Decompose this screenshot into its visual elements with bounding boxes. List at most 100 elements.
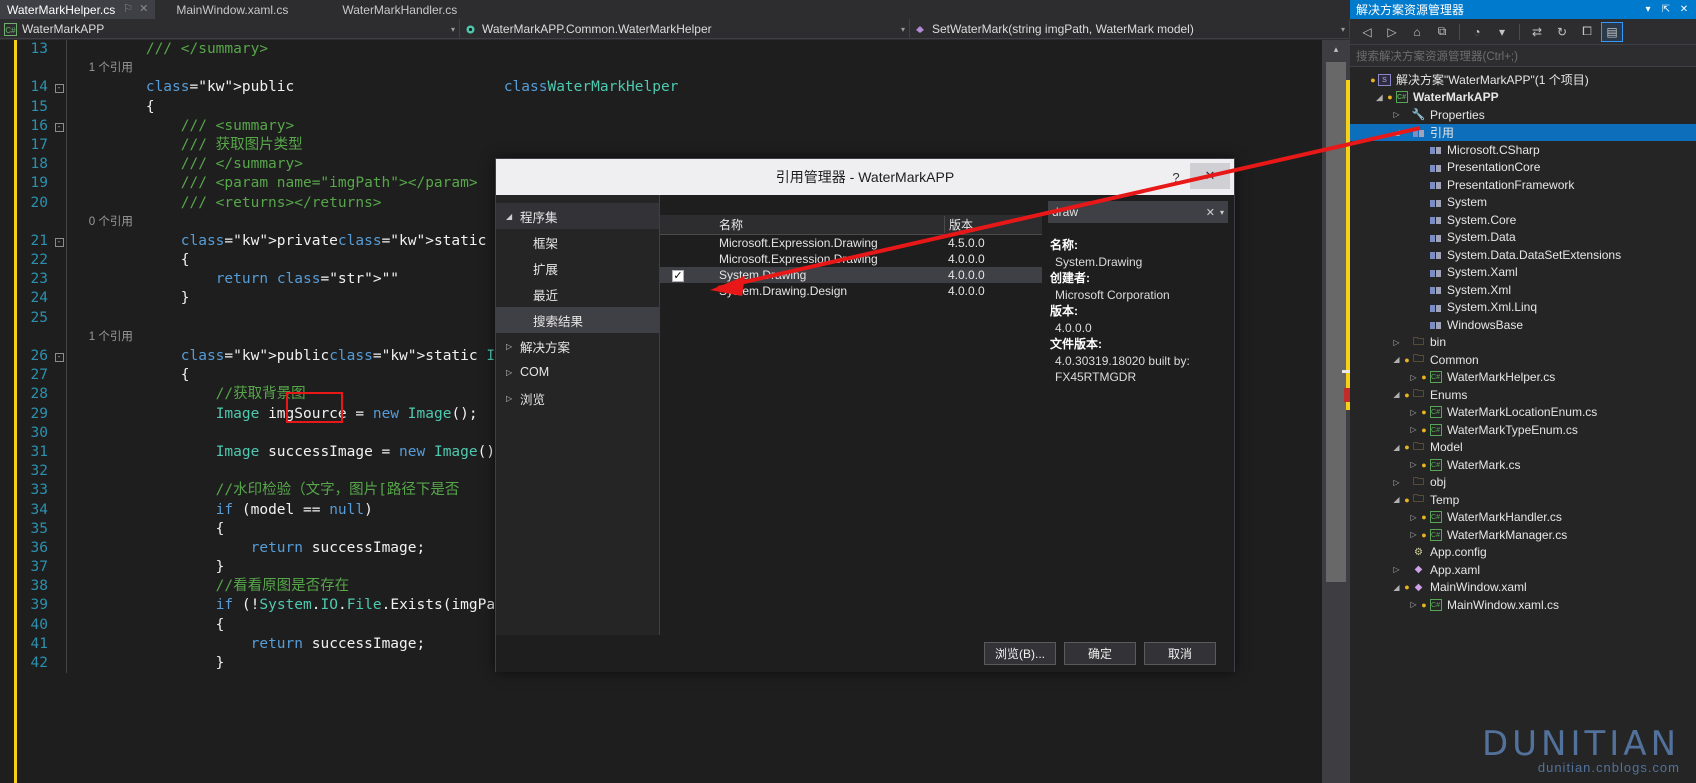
codelens-reference-row[interactable]: 1 个引用 <box>0 59 678 79</box>
navbar-member-dropdown[interactable]: SetWaterMark(string imgPath, WaterMark m… <box>910 19 1350 39</box>
solution-tree-item[interactable]: System.Xaml <box>1350 264 1696 282</box>
chevron-right-icon[interactable]: ▷ <box>506 394 520 403</box>
dialog-category-list[interactable]: ◢ 程序集 框架 扩展 最近 搜索结果 ▷ 解决方案 ▷ COM ▷ 浏览 <box>496 195 659 635</box>
back-icon[interactable]: ◁ <box>1356 22 1378 42</box>
solution-tree-item[interactable]: ◢ ● ◆ MainWindow.xaml <box>1350 579 1696 597</box>
solution-tree-item[interactable]: System.Xml <box>1350 281 1696 299</box>
panel-window-controls[interactable]: ▾ ⇱ ✕ <box>1640 2 1696 17</box>
solution-tree-item[interactable]: ● S 解决方案"WaterMarkAPP"(1 个项目) <box>1350 71 1696 89</box>
chevron-right-icon[interactable]: ▷ <box>1407 408 1420 417</box>
assembly-list-panel[interactable]: 名称 版本 Microsoft.Expression.Drawing 4.5.0.… <box>659 195 1042 635</box>
chevron-right-icon[interactable]: ▷ <box>1407 373 1420 382</box>
fold-toggle-icon[interactable]: - <box>52 78 66 97</box>
solution-tree[interactable]: ● S 解决方案"WaterMarkAPP"(1 个项目) ◢ ● C# WaterMark… <box>1350 67 1696 614</box>
search-dropdown-icon[interactable]: ▾ <box>1220 208 1224 217</box>
solution-tree-item[interactable]: ▷ ● C# WaterMarkTypeEnum.cs <box>1350 421 1696 439</box>
close-icon[interactable]: ✕ <box>139 4 148 15</box>
solution-tree-item[interactable]: ◢ ● 🗀 Enums <box>1350 386 1696 404</box>
assembly-rows[interactable]: Microsoft.Expression.Drawing 4.5.0.0 Micro… <box>660 235 1042 299</box>
solution-tree-item[interactable]: ◢ ● 🗀 Model <box>1350 439 1696 457</box>
scrollbar-thumb[interactable] <box>1326 62 1346 582</box>
dialog-category-item[interactable]: 最近 <box>496 281 659 307</box>
editor-tab[interactable]: WaterMarkHelper.cs ⚐ ✕ <box>0 0 156 19</box>
solution-explorer-search-input[interactable]: 搜索解决方案资源管理器(Ctrl+;) <box>1350 45 1696 67</box>
collapse-all-icon[interactable]: ↻ <box>1551 22 1573 42</box>
chevron-right-icon[interactable]: ▷ <box>506 368 520 377</box>
chevron-right-icon[interactable]: ▷ <box>1407 530 1420 539</box>
dialog-category-item[interactable]: ▷ 浏览 <box>496 385 659 411</box>
dialog-category-item[interactable]: 搜索结果 <box>496 307 659 333</box>
show-all-files-dropdown-icon[interactable]: ▾ <box>1491 22 1513 42</box>
solution-tree-item[interactable]: ▷ ● C# WaterMarkHelper.cs <box>1350 369 1696 387</box>
solution-tree-item[interactable]: System.Data.DataSetExtensions <box>1350 246 1696 264</box>
chevron-down-icon[interactable]: ▾ <box>889 25 905 34</box>
chevron-right-icon[interactable]: ▷ <box>1407 425 1420 434</box>
solution-tree-item[interactable]: Microsoft.CSharp <box>1350 141 1696 159</box>
assembly-row[interactable]: ✓ System.Drawing 4.0.0.0 <box>660 267 1042 283</box>
close-icon[interactable]: ✕ <box>1190 163 1230 189</box>
solution-tree-item[interactable]: ◢ 引用 <box>1350 123 1696 141</box>
chevron-right-icon[interactable]: ▷ <box>1390 110 1403 119</box>
close-panel-icon[interactable]: ✕ <box>1676 2 1692 17</box>
navbar-type-dropdown[interactable]: WaterMarkAPP.Common.WaterMarkHelper ▾ <box>460 19 910 39</box>
chevron-down-icon[interactable]: ◢ <box>1390 128 1403 137</box>
solution-tree-item[interactable]: ▷ ● C# WaterMarkManager.cs <box>1350 526 1696 544</box>
solution-tree-item[interactable]: ▷ 🗀 obj <box>1350 474 1696 492</box>
name-column-header[interactable]: 名称 <box>715 216 944 233</box>
code-line[interactable]: 15 { <box>0 97 678 117</box>
dialog-category-item[interactable]: 扩展 <box>496 255 659 281</box>
chevron-right-icon[interactable]: ▷ <box>1407 600 1420 609</box>
solution-tree-item[interactable]: ⚙ App.config <box>1350 544 1696 562</box>
editor-tab[interactable]: MainWindow.xaml.cs <box>169 0 296 19</box>
code-line[interactable]: 17 /// 获取图片类型 <box>0 135 678 156</box>
chevron-down-icon[interactable]: ◢ <box>1390 390 1403 399</box>
fold-toggle-icon[interactable]: - <box>52 117 66 136</box>
chevron-down-icon[interactable]: ◢ <box>1390 583 1403 592</box>
chevron-down-icon[interactable]: ▾ <box>439 25 455 34</box>
chevron-down-icon[interactable]: ◢ <box>1390 443 1403 452</box>
solution-tree-item[interactable]: ▷ ● C# WaterMarkLocationEnum.cs <box>1350 404 1696 422</box>
solution-tree-item[interactable]: ▷ 🔧 Properties <box>1350 106 1696 124</box>
chevron-right-icon[interactable]: ▷ <box>506 342 520 351</box>
chevron-down-icon[interactable]: ▾ <box>1329 25 1345 34</box>
preview-selected-items-icon[interactable]: ▤ <box>1601 21 1623 42</box>
home-icon[interactable]: ⌂ <box>1406 22 1428 42</box>
dialog-category-item[interactable]: ◢ 程序集 <box>496 203 659 229</box>
forward-icon[interactable]: ▷ <box>1381 22 1403 42</box>
assembly-row[interactable]: Microsoft.Expression.Drawing 4.0.0.0 <box>660 251 1042 267</box>
solution-tree-item[interactable]: ◢ ● 🗀 Common <box>1350 351 1696 369</box>
pin-icon[interactable]: ⚐ <box>123 4 133 15</box>
assembly-row[interactable]: System.Drawing.Design 4.0.0.0 <box>660 283 1042 299</box>
code-line[interactable]: 16- /// <summary> <box>0 116 678 136</box>
chevron-down-icon[interactable]: ◢ <box>1390 495 1403 504</box>
ok-button[interactable]: 确定 <box>1064 642 1136 665</box>
chevron-down-icon[interactable]: ◢ <box>1373 93 1386 102</box>
code-line[interactable]: 14- class="kw">public class WaterMarkHel… <box>0 78 678 98</box>
solution-tree-item[interactable]: PresentationFramework <box>1350 176 1696 194</box>
editor-scrollbar[interactable]: ▴ <box>1322 40 1350 783</box>
help-icon[interactable]: ? <box>1166 167 1186 187</box>
solution-tree-item[interactable]: WindowsBase <box>1350 316 1696 334</box>
solution-tree-item[interactable]: System.Core <box>1350 211 1696 229</box>
editor-tab[interactable]: WaterMarkHandler.cs <box>335 0 465 19</box>
solution-tree-item[interactable]: ▷ ◆ App.xaml <box>1350 561 1696 579</box>
chevron-right-icon[interactable]: ▷ <box>1407 460 1420 469</box>
assembly-row[interactable]: Microsoft.Expression.Drawing 4.5.0.0 <box>660 235 1042 251</box>
row-checkbox-cell[interactable]: ✓ <box>660 268 715 283</box>
solution-tree-item[interactable]: ◢ ● C# WaterMarkAPP <box>1350 89 1696 107</box>
refresh-icon[interactable]: ⇄ <box>1526 22 1548 42</box>
navbar-project-dropdown[interactable]: C# WaterMarkAPP ▾ <box>0 19 460 39</box>
chevron-right-icon[interactable]: ▷ <box>1390 338 1403 347</box>
browse-button[interactable]: 浏览(B)... <box>984 642 1056 665</box>
checkbox-checked-icon[interactable]: ✓ <box>672 270 684 283</box>
clear-search-icon[interactable]: ✕ <box>1206 206 1215 219</box>
chevron-right-icon[interactable]: ▷ <box>1407 513 1420 522</box>
show-all-files-icon[interactable]: ◔ <box>1466 22 1488 42</box>
float-panel-icon[interactable]: ⇱ <box>1658 2 1674 17</box>
solution-tree-item[interactable]: ▷ 🗀 bin <box>1350 334 1696 352</box>
solution-tree-item[interactable]: ▷ ● C# MainWindow.xaml.cs <box>1350 596 1696 614</box>
dialog-category-item[interactable]: ▷ COM <box>496 359 659 385</box>
dialog-category-item[interactable]: 框架 <box>496 229 659 255</box>
panel-menu-icon[interactable]: ▾ <box>1640 2 1656 17</box>
solution-tree-item[interactable]: ▷ ● C# WaterMark.cs <box>1350 456 1696 474</box>
